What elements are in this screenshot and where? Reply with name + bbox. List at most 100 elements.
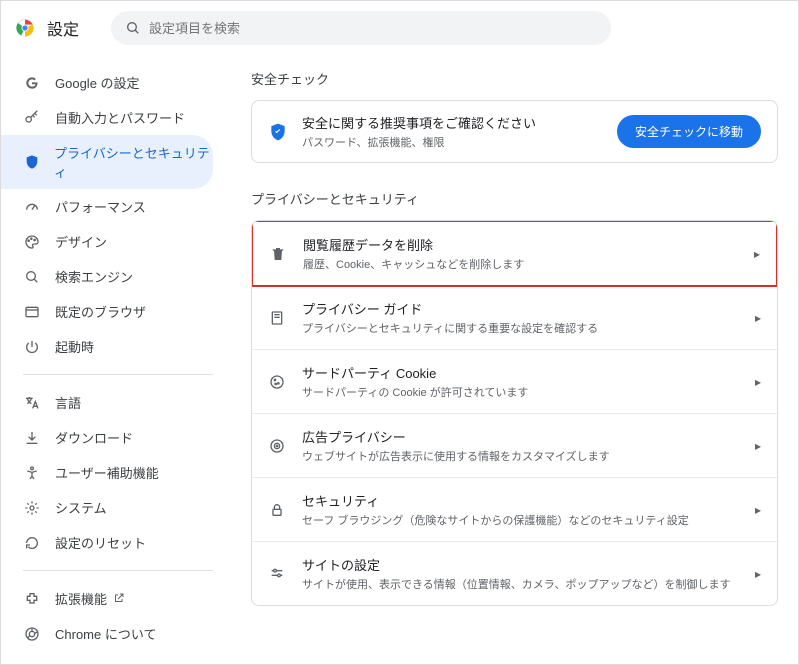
row-body: サードパーティ Cookie サードパーティの Cookie が許可されています: [302, 363, 755, 400]
row-title: 閲覧履歴データを削除: [303, 235, 754, 254]
row-site-settings[interactable]: サイトの設定 サイトが使用、表示できる情報（位置情報、カメラ、ポップアップなど）…: [252, 542, 777, 605]
sidebar-item-label: 言語: [55, 393, 81, 412]
sidebar-item-label: 起動時: [55, 337, 94, 356]
lock-icon: [268, 501, 286, 519]
search-field[interactable]: [111, 11, 611, 45]
row-title: サードパーティ Cookie: [302, 363, 755, 382]
sidebar-item-startup[interactable]: 起動時: [1, 329, 213, 364]
sidebar: Google の設定 自動入力とパスワード プライバシーとセキュリティ パフォー…: [1, 51, 221, 664]
sidebar-item-label: パフォーマンス: [55, 197, 146, 216]
browser-icon: [23, 303, 41, 321]
guide-icon: [268, 309, 286, 327]
search-input[interactable]: [149, 21, 597, 36]
layout: Google の設定 自動入力とパスワード プライバシーとセキュリティ パフォー…: [1, 51, 798, 664]
google-icon: [23, 74, 41, 92]
sidebar-item-label: プライバシーとセキュリティ: [54, 143, 213, 181]
row-body: 広告プライバシー ウェブサイトが広告表示に使用する情報をカスタマイズします: [302, 427, 755, 464]
row-body: サイトの設定 サイトが使用、表示できる情報（位置情報、カメラ、ポップアップなど）…: [302, 555, 755, 592]
sidebar-item-default-browser[interactable]: 既定のブラウザ: [1, 294, 213, 329]
sidebar-item-label: 設定のリセット: [55, 533, 146, 552]
search-container: [111, 11, 611, 45]
sidebar-separator: [23, 374, 213, 375]
key-icon: [23, 109, 41, 127]
reset-icon: [23, 534, 41, 552]
row-sub: サイトが使用、表示できる情報（位置情報、カメラ、ポップアップなど）を制御します: [302, 576, 755, 592]
magnify-icon: [23, 268, 41, 286]
chevron-right-icon: ▸: [754, 247, 760, 261]
sidebar-item-performance[interactable]: パフォーマンス: [1, 189, 213, 224]
chrome-icon: [23, 625, 41, 643]
sidebar-item-label: 拡張機能: [55, 589, 107, 608]
download-icon: [23, 429, 41, 447]
header: 設定: [1, 1, 798, 51]
safety-check-button[interactable]: 安全チェックに移動: [617, 115, 761, 148]
speedometer-icon: [23, 198, 41, 216]
row-sub: サードパーティの Cookie が許可されています: [302, 384, 755, 400]
chevron-right-icon: ▸: [755, 503, 761, 517]
safety-check-card: 安全に関する推奨事項をご確認ください パスワード、拡張機能、権限 安全チェックに…: [251, 100, 778, 163]
search-icon: [125, 20, 141, 36]
accessibility-icon: [23, 464, 41, 482]
sidebar-item-privacy[interactable]: プライバシーとセキュリティ: [1, 135, 213, 189]
power-icon: [23, 338, 41, 356]
row-third-party-cookies[interactable]: サードパーティ Cookie サードパーティの Cookie が許可されています…: [252, 350, 777, 414]
sidebar-item-extensions[interactable]: 拡張機能: [1, 581, 213, 616]
row-title: セキュリティ: [302, 491, 755, 510]
sidebar-item-label: 自動入力とパスワード: [55, 108, 185, 127]
safety-card-title: 安全に関する推奨事項をご確認ください: [302, 113, 617, 132]
chevron-right-icon: ▸: [755, 375, 761, 389]
sidebar-item-design[interactable]: デザイン: [1, 224, 213, 259]
safety-section-title: 安全チェック: [251, 69, 778, 88]
row-sub: ウェブサイトが広告表示に使用する情報をカスタマイズします: [302, 448, 755, 464]
sidebar-item-label: ユーザー補助機能: [55, 463, 159, 482]
row-title: プライバシー ガイド: [302, 299, 755, 318]
cookie-icon: [268, 373, 286, 391]
row-sub: プライバシーとセキュリティに関する重要な設定を確認する: [302, 320, 755, 336]
privacy-list: 閲覧履歴データを削除 履歴、Cookie、キャッシュなどを削除します ▸ プライ…: [251, 220, 778, 606]
sidebar-item-downloads[interactable]: ダウンロード: [1, 420, 213, 455]
ad-icon: [268, 437, 286, 455]
chevron-right-icon: ▸: [755, 567, 761, 581]
shield-check-icon: [268, 122, 288, 142]
row-title: 広告プライバシー: [302, 427, 755, 446]
shield-icon: [23, 153, 40, 171]
sliders-icon: [268, 565, 286, 583]
sidebar-item-accessibility[interactable]: ユーザー補助機能: [1, 455, 213, 490]
row-security[interactable]: セキュリティ セーフ ブラウジング（危険なサイトからの保護機能）などのセキュリテ…: [252, 478, 777, 542]
row-sub: 履歴、Cookie、キャッシュなどを削除します: [303, 256, 754, 272]
row-ad-privacy[interactable]: 広告プライバシー ウェブサイトが広告表示に使用する情報をカスタマイズします ▸: [252, 414, 777, 478]
trash-icon: [269, 245, 287, 263]
sidebar-item-autofill[interactable]: 自動入力とパスワード: [1, 100, 213, 135]
row-privacy-guide[interactable]: プライバシー ガイド プライバシーとセキュリティに関する重要な設定を確認する ▸: [252, 286, 777, 350]
sidebar-item-label: デザイン: [55, 232, 107, 251]
privacy-section-title: プライバシーとセキュリティ: [251, 189, 778, 208]
sidebar-separator: [23, 570, 213, 571]
safety-text: 安全に関する推奨事項をご確認ください パスワード、拡張機能、権限: [302, 113, 617, 150]
row-body: 閲覧履歴データを削除 履歴、Cookie、キャッシュなどを削除します: [303, 235, 754, 272]
sidebar-item-label: Chrome について: [55, 624, 156, 643]
external-link-icon: [113, 592, 127, 606]
row-title: サイトの設定: [302, 555, 755, 574]
page-title: 設定: [47, 16, 79, 40]
sidebar-item-language[interactable]: 言語: [1, 385, 213, 420]
palette-icon: [23, 233, 41, 251]
sidebar-item-label: 検索エンジン: [55, 267, 133, 286]
row-clear-browsing-data[interactable]: 閲覧履歴データを削除 履歴、Cookie、キャッシュなどを削除します ▸: [251, 220, 778, 287]
sidebar-item-label: システム: [55, 498, 107, 517]
extension-icon: [23, 590, 41, 608]
sidebar-item-label: ダウンロード: [55, 428, 133, 447]
system-icon: [23, 499, 41, 517]
sidebar-item-reset[interactable]: 設定のリセット: [1, 525, 213, 560]
settings-window: 設定 Google の設定 自動入力とパスワード プライバシーとセキュリティ: [0, 0, 799, 665]
chevron-right-icon: ▸: [755, 311, 761, 325]
sidebar-item-search-engine[interactable]: 検索エンジン: [1, 259, 213, 294]
sidebar-item-label: 既定のブラウザ: [55, 302, 146, 321]
row-sub: セーフ ブラウジング（危険なサイトからの保護機能）などのセキュリティ設定: [302, 512, 755, 528]
row-body: セキュリティ セーフ ブラウジング（危険なサイトからの保護機能）などのセキュリテ…: [302, 491, 755, 528]
sidebar-item-label: Google の設定: [55, 73, 140, 92]
sidebar-item-about[interactable]: Chrome について: [1, 616, 213, 651]
main-content: 安全チェック 安全に関する推奨事項をご確認ください パスワード、拡張機能、権限 …: [221, 51, 798, 664]
sidebar-item-system[interactable]: システム: [1, 490, 213, 525]
sidebar-item-google[interactable]: Google の設定: [1, 65, 213, 100]
safety-card-sub: パスワード、拡張機能、権限: [302, 134, 617, 150]
